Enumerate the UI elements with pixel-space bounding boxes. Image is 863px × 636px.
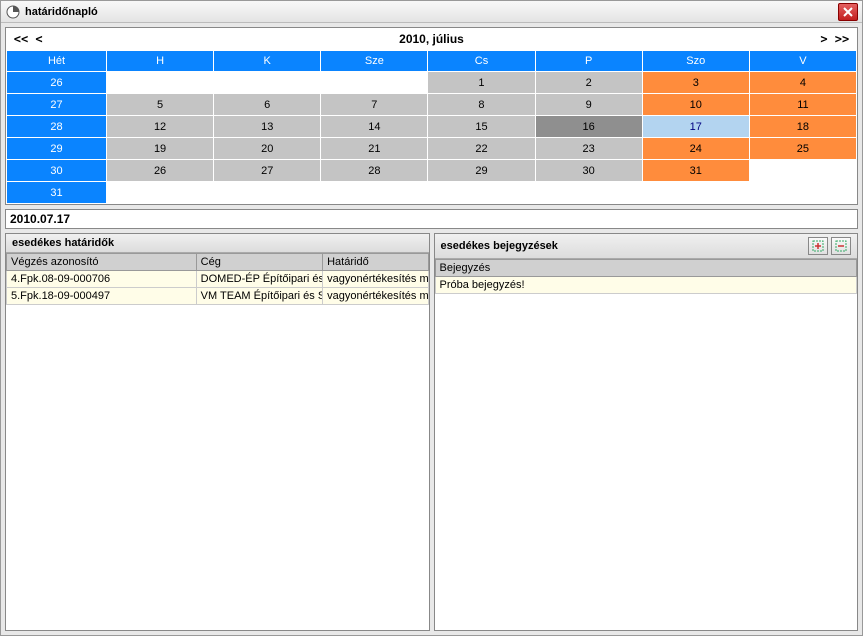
deadlines-title: esedékes határidők <box>12 237 114 249</box>
window-title: határidőnapló <box>25 6 98 18</box>
calendar-nav: << < 2010, július > >> <box>6 28 857 50</box>
calendar-week-number: 30 <box>7 160 107 182</box>
calendar-day-cell[interactable]: 16 <box>535 116 642 138</box>
calendar-day-cell[interactable]: 6 <box>214 94 321 116</box>
deadlines-grid[interactable]: Végzés azonosítóCégHatáridő 4.Fpk.08-09-… <box>6 253 429 630</box>
entries-grid[interactable]: Bejegyzés Próba bejegyzés! <box>435 259 858 630</box>
calendar-day-cell[interactable]: 19 <box>107 138 214 160</box>
deadlines-header: esedékes határidők <box>6 234 429 253</box>
content-area: << < 2010, július > >> HétHKSzeCsPSzoV 2… <box>1 23 862 635</box>
calendar-day-cell <box>107 72 214 94</box>
table-row[interactable]: 4.Fpk.08-09-000706DOMED-ÉP Építőipari és… <box>7 271 429 288</box>
calendar-week-number: 28 <box>7 116 107 138</box>
calendar-week-number: 27 <box>7 94 107 116</box>
selected-date: 2010.07.17 <box>5 209 858 229</box>
calendar-day-cell[interactable]: 15 <box>428 116 535 138</box>
calendar-week-number: 26 <box>7 72 107 94</box>
calendar-day-cell[interactable]: 5 <box>107 94 214 116</box>
close-button[interactable] <box>838 3 858 21</box>
calendar-title: 2010, július <box>48 32 815 46</box>
table-cell: Próba bejegyzés! <box>435 277 857 294</box>
calendar-day-cell <box>321 72 428 94</box>
calendar-day-header: Szo <box>642 51 749 72</box>
table-row[interactable]: 5.Fpk.18-09-000497VM TEAM Építőipari és … <box>7 288 429 305</box>
calendar-day-header: Cs <box>428 51 535 72</box>
remove-entry-button[interactable] <box>831 237 851 255</box>
calendar-day-cell <box>642 182 749 204</box>
prev-month-button[interactable]: < <box>30 32 48 46</box>
deadlines-panel: esedékes határidők Végzés azonosítóCégHa… <box>5 233 430 631</box>
table-cell: vagyonértékesítés m <box>323 288 428 305</box>
calendar-day-header: K <box>214 51 321 72</box>
calendar-day-cell <box>428 182 535 204</box>
calendar-day-cell[interactable]: 21 <box>321 138 428 160</box>
entries-title: esedékes bejegyzések <box>441 240 558 252</box>
table-cell: VM TEAM Építőipari és Szolgált <box>196 288 322 305</box>
calendar-day-header: Sze <box>321 51 428 72</box>
calendar-day-cell <box>749 182 856 204</box>
calendar-day-cell <box>214 182 321 204</box>
bottom-panels: esedékes határidők Végzés azonosítóCégHa… <box>5 233 858 631</box>
calendar-day-cell[interactable]: 28 <box>321 160 428 182</box>
calendar-day-cell[interactable]: 25 <box>749 138 856 160</box>
calendar-day-header: H <box>107 51 214 72</box>
add-entry-button[interactable] <box>808 237 828 255</box>
table-cell: 5.Fpk.18-09-000497 <box>7 288 197 305</box>
calendar-day-cell[interactable]: 31 <box>642 160 749 182</box>
calendar-week-header: Hét <box>7 51 107 72</box>
calendar-day-cell[interactable]: 1 <box>428 72 535 94</box>
titlebar: határidőnapló <box>1 1 862 23</box>
calendar-panel: << < 2010, július > >> HétHKSzeCsPSzoV 2… <box>5 27 858 205</box>
calendar-day-cell[interactable]: 23 <box>535 138 642 160</box>
calendar-day-header: P <box>535 51 642 72</box>
calendar-day-header: V <box>749 51 856 72</box>
calendar-day-cell[interactable]: 7 <box>321 94 428 116</box>
calendar-day-cell[interactable]: 3 <box>642 72 749 94</box>
calendar-day-cell[interactable]: 18 <box>749 116 856 138</box>
grid-column-header[interactable]: Bejegyzés <box>435 260 857 277</box>
calendar-day-cell[interactable]: 13 <box>214 116 321 138</box>
app-window: határidőnapló << < 2010, július > >> Hét… <box>0 0 863 636</box>
calendar-week-number: 29 <box>7 138 107 160</box>
calendar-week-number: 31 <box>7 182 107 204</box>
entries-panel: esedékes bejegyzések Bejegyzés Próba bej… <box>434 233 859 631</box>
calendar-day-cell[interactable]: 27 <box>214 160 321 182</box>
table-cell: DOMED-ÉP Építőipari és Szolg. <box>196 271 322 288</box>
calendar-day-cell[interactable]: 26 <box>107 160 214 182</box>
grid-column-header[interactable]: Végzés azonosító <box>7 254 197 271</box>
calendar-day-cell[interactable]: 12 <box>107 116 214 138</box>
calendar-day-cell[interactable]: 8 <box>428 94 535 116</box>
calendar-day-cell[interactable]: 22 <box>428 138 535 160</box>
calendar-day-cell[interactable]: 11 <box>749 94 856 116</box>
calendar-day-cell[interactable]: 14 <box>321 116 428 138</box>
table-cell: 4.Fpk.08-09-000706 <box>7 271 197 288</box>
calendar-day-cell[interactable]: 20 <box>214 138 321 160</box>
calendar-day-cell <box>214 72 321 94</box>
prev-year-button[interactable]: << <box>12 32 30 46</box>
calendar-day-cell[interactable]: 29 <box>428 160 535 182</box>
calendar-day-cell[interactable]: 17 <box>642 116 749 138</box>
calendar-day-cell[interactable]: 30 <box>535 160 642 182</box>
entries-header: esedékes bejegyzések <box>435 234 858 259</box>
next-month-button[interactable]: > <box>815 32 833 46</box>
table-cell: vagyonértékesítés m <box>323 271 428 288</box>
calendar-day-cell <box>321 182 428 204</box>
grid-column-header[interactable]: Határidő <box>323 254 428 271</box>
next-year-button[interactable]: >> <box>833 32 851 46</box>
calendar-grid: HétHKSzeCsPSzoV 261234275678910112812131… <box>6 50 857 204</box>
calendar-day-cell <box>107 182 214 204</box>
grid-column-header[interactable]: Cég <box>196 254 322 271</box>
calendar-day-cell[interactable]: 2 <box>535 72 642 94</box>
calendar-day-cell[interactable]: 10 <box>642 94 749 116</box>
app-icon <box>5 4 21 20</box>
calendar-day-cell[interactable]: 24 <box>642 138 749 160</box>
calendar-day-cell <box>749 160 856 182</box>
calendar-day-cell[interactable]: 9 <box>535 94 642 116</box>
table-row[interactable]: Próba bejegyzés! <box>435 277 857 294</box>
calendar-day-cell[interactable]: 4 <box>749 72 856 94</box>
calendar-day-cell <box>535 182 642 204</box>
